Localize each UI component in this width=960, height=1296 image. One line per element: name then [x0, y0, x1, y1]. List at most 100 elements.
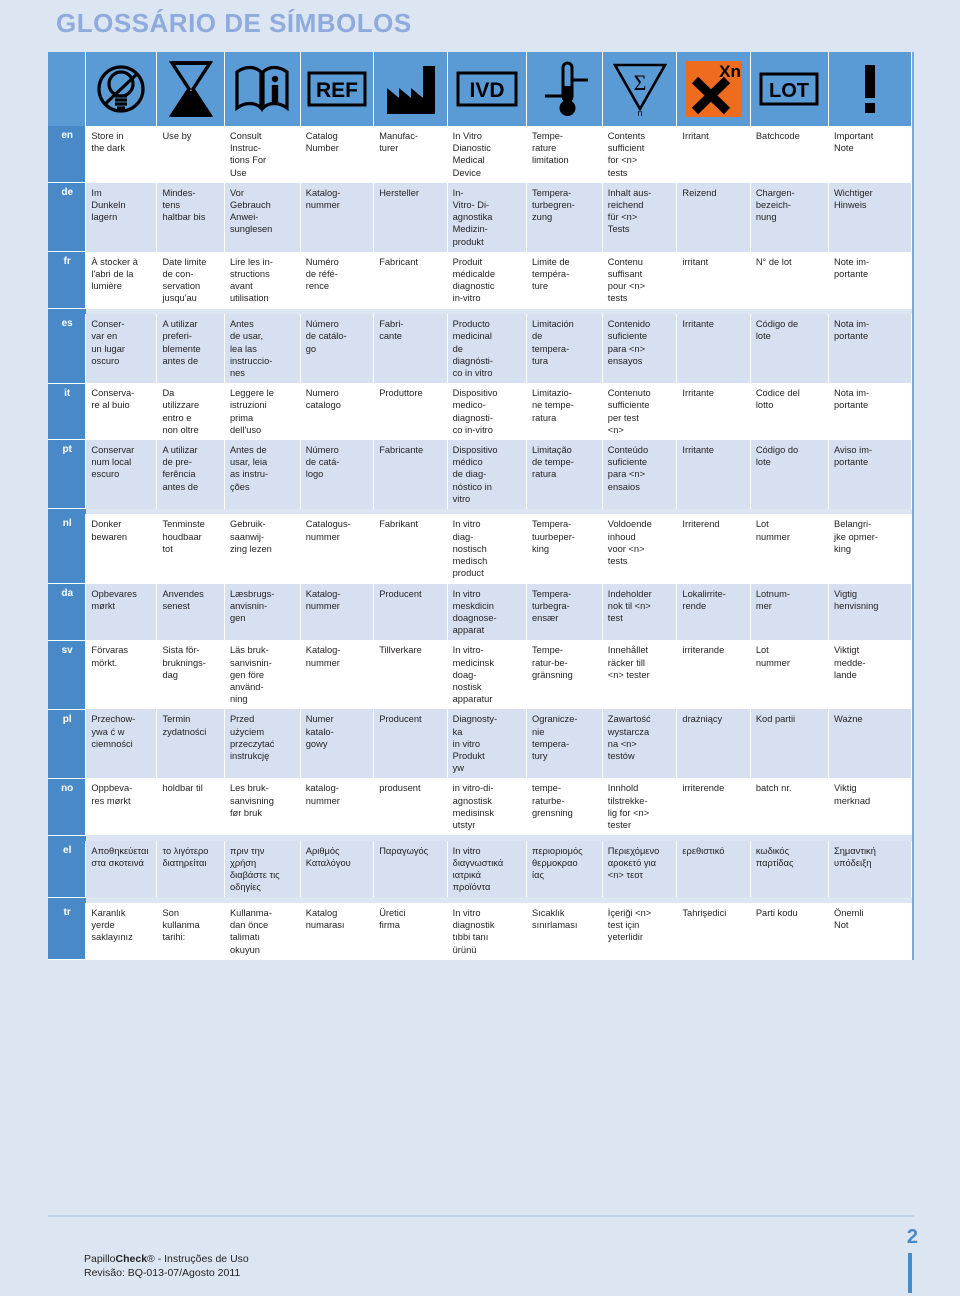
cell-text: Sıcaklık sınırlaması — [532, 907, 578, 931]
cell-fr-4: Numéro de réfé- rence — [300, 251, 375, 309]
cell-text: Leggere le istruzioni prima dell'uso — [229, 388, 274, 435]
cell-text: Note im- portante — [834, 256, 870, 280]
cell-text: Tempera- tuurbeper- king — [532, 519, 575, 554]
page-accent-bar — [908, 1253, 912, 1293]
cell-text: Date limite de con- servation jusqu'au — [162, 256, 207, 304]
cell-text: in vitro-di- agnostisk medisinsk utstyr — [452, 783, 494, 830]
irritant-icon: Xn — [677, 52, 749, 126]
cell-text: In vitro- medicinsk doag- nostisk appara… — [452, 645, 494, 705]
cell-text: Tahrişedici — [682, 907, 727, 918]
cell-text: Læsbrugs- anvisnin- gen — [229, 588, 275, 623]
cell-da-11: Vigtig henvisning — [828, 583, 912, 641]
cell-da-5: Producent — [373, 583, 448, 641]
cell-el-2: το λιγότερο διατηρείται — [156, 840, 225, 898]
cell-it-10: Codice del lotto — [750, 383, 830, 440]
table-row: en Store in the dark Use by Consult Instruc… — [48, 126, 912, 184]
cell-nl-11: Belangri- jke opmer- king — [828, 514, 912, 584]
cell-fr-10: N° de lot — [750, 251, 830, 309]
symbol-row-corner — [48, 52, 87, 126]
cell-no-3: Les bruk- sanvisning før bruk — [224, 778, 301, 836]
cell-text: Store in the dark — [91, 131, 125, 154]
cell-de-4: Katalog- nummer — [300, 182, 375, 252]
cell-text: Son kullanma tarihi: — [162, 907, 200, 943]
cell-text: İçeriği <n> test için yeterlidir — [607, 907, 652, 943]
cell-text: Wichtiger Hinweis — [834, 187, 873, 211]
cell-text: In Vitro Dianostic Medical Device — [452, 131, 491, 178]
manufacturer-icon — [374, 52, 446, 126]
svg-text:n: n — [637, 108, 642, 118]
cell-en-1: Store in the dark — [85, 126, 158, 183]
footer-revision: Revisão: BQ-013-07/Agosto 2011 — [84, 1267, 241, 1279]
cell-text: irritant — [682, 256, 709, 267]
language-code-en: en — [48, 126, 87, 184]
cell-el-8: Περιεχόμενο αροκετό για <n> τεοτ — [602, 840, 678, 898]
cell-text: Katalog numarası — [305, 907, 345, 931]
cell-no-11: Viktig merknad — [828, 778, 912, 836]
cell-fr-3: Lire les in- structions avant utilisatio… — [224, 251, 301, 309]
cell-text: Lire les in- structions avant utilisatio… — [229, 256, 273, 304]
cell-de-8: Inhalt aus- reichend für <n> Tests — [602, 182, 678, 252]
symbol-cell-10: LOT — [750, 52, 830, 126]
cell-no-9: irriterende — [676, 778, 751, 836]
cell-en-4: Catalog Number — [300, 126, 375, 183]
cell-en-10: Batchcode — [750, 126, 830, 183]
language-code-it: it — [48, 383, 87, 441]
cell-text: Innehållet räcker till <n> tester — [607, 645, 650, 680]
language-code-es: es — [48, 314, 87, 384]
cell-no-2: holdbar til — [156, 778, 225, 836]
use-by-icon — [157, 52, 224, 126]
glossary-table-container: REF IVD Σ n Xn LOT en Store in the dark … — [48, 52, 914, 961]
cell-text: Förvaras mörkt. — [91, 645, 129, 668]
cell-text: In vitro meskdicin doagnose- apparat — [452, 588, 497, 636]
cell-text: Σημαντική υπόδειξη — [834, 845, 876, 868]
table-row: fr À stocker à l'abri de la lumière Date l… — [48, 251, 912, 310]
cell-es-2: A utilizar preferi- blemente antes de — [156, 314, 225, 384]
cell-tr-5: Üretici firma — [373, 902, 448, 960]
cell-text: Nota im- portante — [834, 388, 870, 411]
cell-text: produsent — [379, 783, 421, 794]
cell-text: Contenuto sufficiente per test <n> — [607, 388, 651, 435]
cell-text: Viktigt medde- lande — [834, 645, 866, 680]
symbol-cell-6: IVD — [447, 52, 528, 126]
cell-es-3: Antes de usar, lea las instruccio- nes — [224, 314, 301, 384]
cell-da-3: Læsbrugs- anvisnin- gen — [224, 583, 301, 641]
symbol-header-row: REF IVD Σ n Xn LOT — [48, 52, 912, 126]
cell-tr-11: Önemli Not — [828, 902, 912, 960]
cell-no-8: Innhold tilstrekke- lig for <n> tester — [602, 778, 678, 836]
svg-text:Xn: Xn — [719, 62, 741, 81]
cell-pt-6: Dispositivo médico de diag- nóstico in v… — [447, 439, 528, 509]
cell-text: A utilizar de pre- ferência antes de — [162, 444, 199, 492]
cell-text: In vitro διαγνωστικά ιατρικά προϊόντα — [452, 845, 504, 893]
cell-text: Anvendes senest — [162, 588, 204, 611]
cell-text: A utilizar preferi- blemente antes de — [162, 319, 201, 366]
cell-tr-3: Kullanma- dan önce talimatı okuyun — [224, 902, 301, 960]
cell-en-7: Tempe- rature limitation — [526, 126, 603, 183]
cell-text: Ogranicze- nie tempera- tury — [532, 714, 578, 761]
cell-text: Produit médicalde diagnostic in-vitro — [452, 256, 496, 304]
cell-text: irriterande — [682, 645, 725, 656]
cell-text: Zawartość wystarcza na <n> testów — [607, 714, 651, 761]
symbol-cell-9: Xn — [676, 52, 751, 126]
cell-text: Katalog- nummer — [305, 187, 341, 211]
cell-it-1: Conserva- re al buio — [85, 383, 158, 440]
cell-pt-1: Conservar num local escuro — [85, 439, 158, 509]
language-code-pl: pl — [48, 709, 87, 779]
batchcode-icon: LOT — [751, 52, 828, 126]
cell-text: Tempe- rature limitation — [532, 131, 569, 166]
cell-text: Tempe- ratur-be- gränsning — [532, 645, 573, 680]
cell-it-11: Nota im- portante — [828, 383, 912, 440]
cell-nl-4: Catalogus- nummer — [300, 514, 375, 584]
cell-text: Dispositivo médico de diag- nóstico in v… — [452, 444, 498, 504]
store-in-the-dark-icon — [86, 52, 156, 126]
cell-it-2: Da utilizzare entro e non oltre — [156, 383, 225, 440]
cell-text: Περιεχόμενο αροκετό για <n> τεοτ — [607, 845, 660, 881]
cell-text: Limite de tempéra- ture — [532, 256, 570, 292]
cell-el-3: πριν την χρήση διαβάστε τις οδηγίες — [224, 840, 301, 898]
cell-text: Use by — [162, 131, 192, 141]
symbol-cell-2 — [156, 52, 225, 126]
symbol-cell-3 — [224, 52, 301, 126]
cell-es-6: Producto medicinal de diagnósti- co in v… — [447, 314, 528, 384]
cell-text: Les bruk- sanvisning før bruk — [229, 783, 274, 818]
cell-en-5: Manufac- turer — [373, 126, 448, 183]
cell-es-10: Código de lote — [750, 314, 830, 384]
